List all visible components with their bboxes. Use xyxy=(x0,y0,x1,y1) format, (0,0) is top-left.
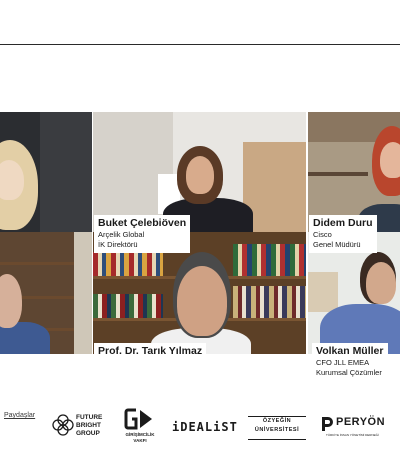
participant-name: Buket Çelebiöven xyxy=(98,217,187,229)
gv-mark-icon xyxy=(124,408,152,430)
participant-name: Prof. Dr. Tarık Yılmaz xyxy=(98,345,203,357)
logo-text: ÜNİVERSİTESİ xyxy=(254,427,300,433)
stakeholders-label: Paydaşlar xyxy=(4,412,36,419)
video-tile-4[interactable] xyxy=(0,232,92,354)
logo-text: ÖZYEĞİN xyxy=(262,418,292,424)
video-tile-2[interactable] xyxy=(93,112,306,232)
participant-nameplate-2: Buket Çelebiöven Arçelik Global İK Direk… xyxy=(94,215,191,253)
girisimcilik-vakfi-logo: GİRİŞİMCİLİK VAKFI xyxy=(120,408,160,444)
video-tile-3[interactable] xyxy=(308,112,400,232)
peryon-mark-icon xyxy=(322,417,333,431)
logo-text: TÜRKİYE İNSAN YÖNETİMİ DERNEĞİ xyxy=(326,433,379,437)
participant-nameplate-6: Volkan Müller CFO JLL EMEA Kurumsal Çözü… xyxy=(312,343,388,381)
future-bright-group-logo: FUTURE BRIGHT GROUP xyxy=(52,412,106,440)
logo-text: GİRİŞİMCİLİK xyxy=(125,432,155,437)
sponsor-footer: Paydaşlar FUTURE BRIGHT GROUP GİRİŞİMCİL… xyxy=(0,400,400,464)
logo-text: iDEALiST xyxy=(172,420,238,434)
logo-text: VAKFI xyxy=(133,437,147,443)
participant-org: Arçelik Global xyxy=(98,230,145,239)
participant-org: Cisco xyxy=(313,230,332,239)
participant-role: Genel Müdürü xyxy=(313,240,361,249)
ozyegin-universitesi-logo: ÖZYEĞİN ÜNİVERSİTESİ xyxy=(248,416,306,440)
peryon-logo: PERYÖN TÜRKİYE İNSAN YÖNETİMİ DERNEĞİ xyxy=(320,414,390,444)
participant-nameplate-3: Didem Duru Cisco Genel Müdürü xyxy=(309,215,377,253)
participant-role: Kurumsal Çözümler xyxy=(316,368,382,377)
participant-name: Volkan Müller xyxy=(316,345,384,357)
top-divider xyxy=(0,44,400,45)
participant-org: CFO JLL EMEA xyxy=(316,358,370,367)
flower-icon xyxy=(52,414,74,436)
participant-role: İK Direktörü xyxy=(98,240,138,249)
logo-text: FUTURE xyxy=(76,414,103,421)
participant-name: Didem Duru xyxy=(313,217,373,229)
logo-text: PERYÖN xyxy=(336,416,386,428)
logo-text: BRIGHT xyxy=(76,422,101,429)
video-tile-1[interactable] xyxy=(0,112,92,232)
logo-text: GROUP xyxy=(76,430,100,437)
participant-nameplate-5: Prof. Dr. Tarık Yılmaz xyxy=(94,343,207,360)
idealist-logo: iDEALiST xyxy=(172,418,240,434)
